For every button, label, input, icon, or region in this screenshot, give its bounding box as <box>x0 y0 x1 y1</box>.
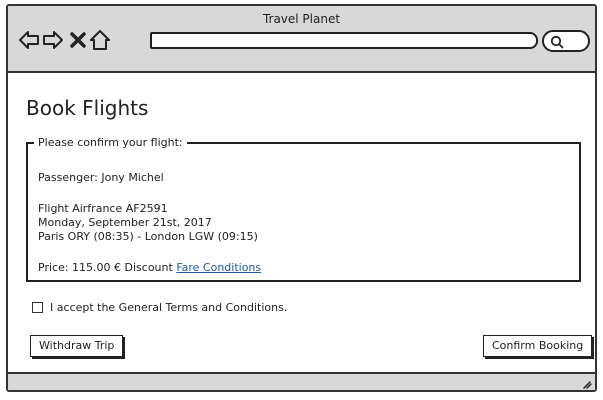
home-button[interactable] <box>89 29 111 51</box>
close-icon <box>70 32 86 48</box>
browser-toolbar: Travel Planet <box>8 6 595 73</box>
price-line: Price: 115.00 € Discount Fare Conditions <box>38 261 261 274</box>
confirmation-legend: Please confirm your flight: <box>38 136 183 149</box>
withdraw-trip-button[interactable]: Withdraw Trip <box>30 335 124 357</box>
back-button[interactable] <box>18 29 40 51</box>
window-title: Travel Planet <box>262 12 341 26</box>
home-icon <box>90 30 110 50</box>
flight-text: Flight Airfrance AF2591 <box>38 202 168 215</box>
status-bar <box>8 372 595 390</box>
passenger-text: Passenger: Jony Michel <box>38 171 164 184</box>
browser-window: Travel Planet Book Flights Please confir… <box>6 4 597 392</box>
resize-grip-icon[interactable] <box>582 379 592 389</box>
address-bar[interactable] <box>150 32 538 49</box>
accept-terms-label[interactable]: I accept the General Terms and Condition… <box>50 301 287 314</box>
search-button[interactable] <box>542 30 590 52</box>
arrow-right-icon <box>43 31 63 49</box>
accept-terms-checkbox[interactable] <box>32 302 43 313</box>
forward-button[interactable] <box>42 29 64 51</box>
page-title: Book Flights <box>26 96 149 120</box>
route-text: Paris ORY (08:35) - London LGW (09:15) <box>38 230 258 243</box>
stop-button[interactable] <box>67 29 89 51</box>
fare-conditions-link[interactable]: Fare Conditions <box>176 261 261 274</box>
date-text: Monday, September 21st, 2017 <box>38 216 212 229</box>
price-text: Price: 115.00 € Discount <box>38 261 173 274</box>
search-icon <box>550 35 564 49</box>
flight-confirmation-box: Please confirm your flight: Passenger: J… <box>26 136 581 282</box>
arrow-left-icon <box>19 31 39 49</box>
confirm-booking-button[interactable]: Confirm Booking <box>483 335 593 357</box>
